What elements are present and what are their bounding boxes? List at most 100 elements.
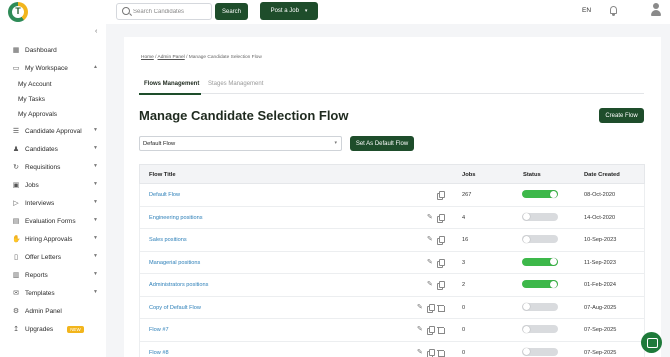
edit-icon[interactable]: ✎ [417,349,424,356]
copy-icon[interactable] [427,326,435,335]
flow-title-link[interactable]: Administrators positions [149,282,208,288]
header-flow-title: Flow Title [149,172,176,178]
breadcrumb-admin-panel[interactable]: Admin Panel [158,55,185,60]
language-selector[interactable]: EN [582,7,591,14]
edit-icon[interactable]: ✎ [417,304,424,311]
table-row: Managerial positions ✎ 3 11-Sep-2023 [139,251,645,274]
chevron-down-icon: ▼ [93,145,98,151]
sidebar-subitem-my-approvals[interactable]: My Approvals [18,111,57,118]
toggle-knob [550,190,557,198]
copy-icon[interactable] [437,258,445,268]
sidebar-item-hiring-approvals[interactable]: ✋ Hiring Approvals ▼ [12,233,98,245]
top-bar: T Search Post a Job ▾ EN [0,0,670,24]
sidebar-item-jobs[interactable]: ▣ Jobs ▼ [12,179,98,191]
copy-icon[interactable] [427,303,435,313]
edit-icon[interactable]: ✎ [427,214,434,221]
flow-title-link[interactable]: Copy of Default Flow [149,305,201,311]
sidebar-subitem-my-account[interactable]: My Account [18,81,52,88]
copy-icon[interactable] [437,213,445,223]
row-actions [437,191,445,200]
trash-icon[interactable] [437,304,445,312]
gear-icon: ⚙ [12,307,20,315]
sidebar-item-candidates[interactable]: ♟ Candidates ▼ [12,143,98,155]
flow-title-link[interactable]: Flow #8 [149,350,169,356]
status-toggle[interactable] [522,280,558,288]
sidebar-item-label: Candidates [25,145,58,153]
status-toggle[interactable] [522,347,558,356]
status-toggle[interactable] [522,302,558,311]
sidebar-item-label: Candidate Approval [25,127,82,135]
flows-table: Flow Title Jobs Status Date Created Defa… [139,164,645,357]
status-toggle[interactable] [522,212,558,221]
set-default-flow-button[interactable]: Set As Default Flow [350,136,414,151]
sidebar-item-label: Templates [25,289,55,297]
sidebar-item-admin-panel[interactable]: ⚙ Admin Panel [12,305,98,317]
sidebar-item-offer-letters[interactable]: ▯ Offer Letters ▼ [12,251,98,263]
flow-select[interactable]: Default Flow ▾ [139,136,342,151]
trash-icon[interactable] [437,349,445,357]
table-row: Administrators positions ✎ 2 01-Feb-2024 [139,274,645,297]
toggle-knob [550,258,557,265]
chevron-up-icon: ▲ [93,64,98,70]
trash-icon[interactable] [437,326,445,334]
flow-title-link[interactable]: Flow #7 [149,327,169,333]
copy-icon[interactable] [437,281,445,290]
status-toggle[interactable] [522,190,558,198]
date-created: 14-Oct-2020 [584,214,616,221]
edit-icon[interactable]: ✎ [417,326,424,333]
breadcrumb-home[interactable]: Home [141,55,154,60]
copy-icon[interactable] [427,348,435,357]
status-toggle[interactable] [522,325,558,333]
tab-flows-management[interactable]: Flows Management [144,81,199,87]
tab-stages-management[interactable]: Stages Management [208,81,263,87]
post-job-button[interactable]: Post a Job ▾ [260,2,318,20]
jobs-count: 0 [462,304,466,311]
logo-icon[interactable]: T [8,2,28,22]
sidebar-subitem-my-tasks[interactable]: My Tasks [18,96,45,103]
sidebar-item-reports[interactable]: ▥ Reports ▼ [12,269,98,281]
toggle-knob [523,348,530,355]
copy-icon[interactable] [437,191,445,200]
sidebar-item-templates[interactable]: ✉ Templates ▼ [12,287,98,299]
active-tab-indicator [139,93,201,95]
header-date-created: Date Created [584,172,620,178]
edit-icon[interactable]: ✎ [427,281,434,288]
copy-icon[interactable] [437,236,445,245]
flow-title-link[interactable]: Engineering positions [149,215,203,221]
user-avatar-icon[interactable] [651,3,661,17]
sidebar-item-interviews[interactable]: ▷ Interviews ▼ [12,197,98,209]
sidebar-item-dashboard[interactable]: ▦ Dashboard [12,44,98,56]
sidebar-item-label: Dashboard [25,46,57,54]
video-icon: ▷ [13,199,19,207]
flow-title-link[interactable]: Managerial positions [149,260,200,266]
create-flow-button[interactable]: Create Flow [599,108,644,123]
row-actions: ✎ [427,281,445,290]
search-box [116,3,212,20]
collapse-sidebar-icon[interactable]: ‹ [95,28,97,35]
date-created: 11-Sep-2023 [584,259,616,266]
flow-title-link[interactable]: Sales positions [149,237,187,243]
chevron-down-icon: ▼ [93,253,98,259]
sidebar-item-my-workspace[interactable]: ▭ My Workspace ▲ [12,62,98,74]
status-toggle[interactable] [522,257,558,266]
edit-icon[interactable]: ✎ [427,259,434,266]
sidebar-item-candidate-approval[interactable]: ☰ Candidate Approval ▼ [12,125,98,137]
status-toggle[interactable] [522,235,558,243]
sidebar-item-label: My Workspace [25,64,68,72]
bell-icon[interactable] [610,6,617,16]
search-input[interactable] [133,6,209,18]
chevron-down-icon: ▼ [93,289,98,295]
date-created: 08-Oct-2020 [584,192,616,198]
sidebar-item-evaluation-forms[interactable]: ▤ Evaluation Forms ▼ [12,215,98,227]
chat-icon[interactable] [641,332,662,353]
chevron-down-icon: ▾ [334,140,337,146]
flow-title-link[interactable]: Default Flow [149,192,180,198]
jobs-count: 3 [462,259,466,266]
edit-icon[interactable]: ✎ [427,236,434,243]
sidebar-item-requisitions[interactable]: ↻ Requisitions ▼ [12,161,98,173]
row-actions: ✎ [417,348,445,357]
search-button[interactable]: Search [215,3,248,20]
sidebar-item-upgrades[interactable]: ↥ Upgrades NEW [12,323,98,335]
new-badge: NEW [67,325,84,333]
document-icon: ▯ [14,253,18,261]
